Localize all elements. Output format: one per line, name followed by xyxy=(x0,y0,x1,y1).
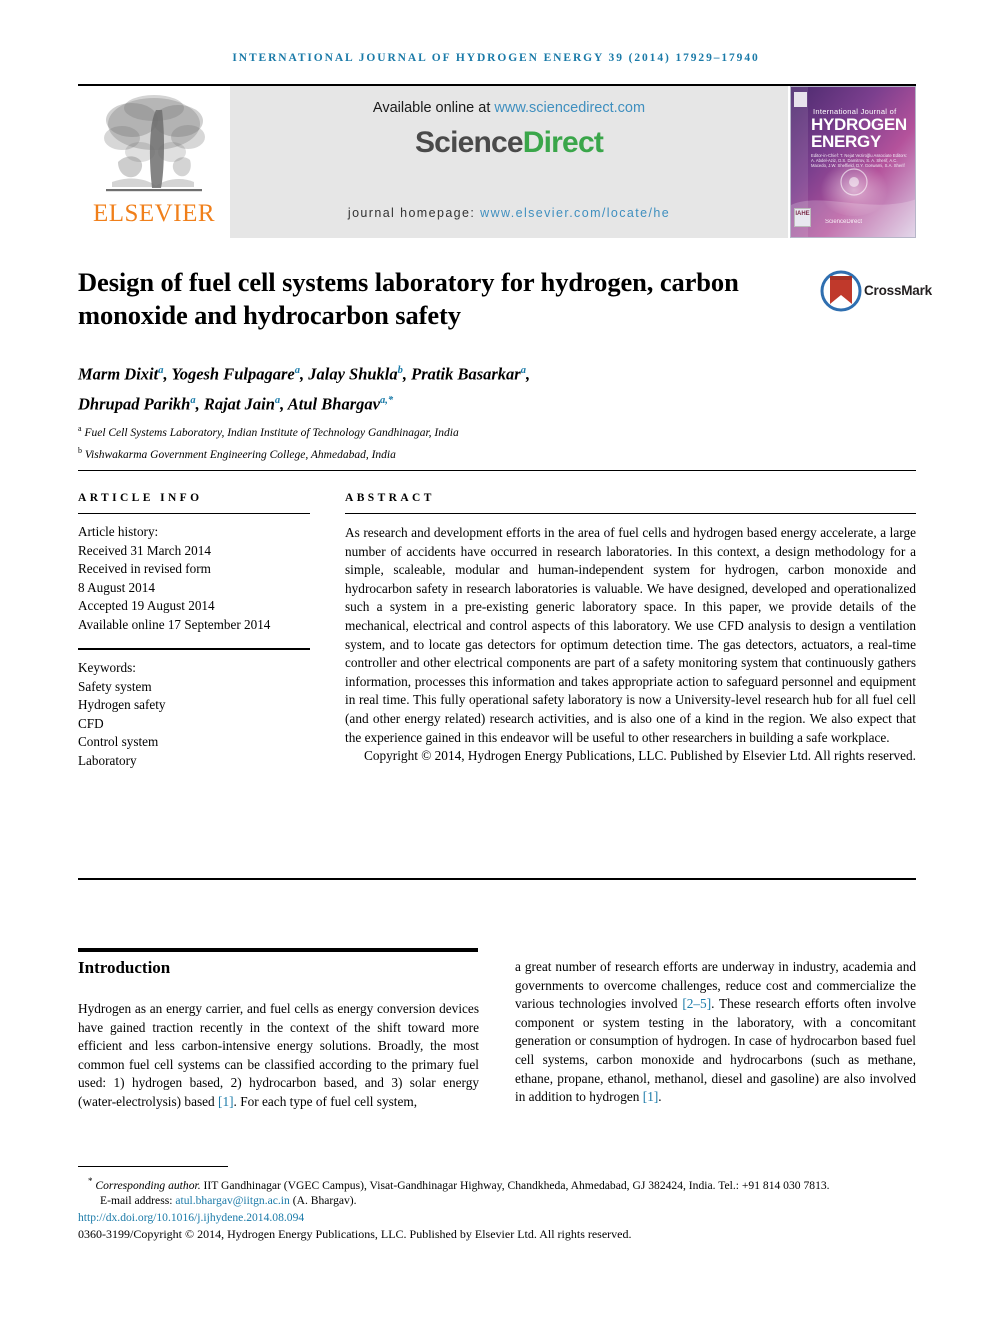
body-text: . xyxy=(658,1089,662,1105)
sciencedirect-logo-science: Science xyxy=(414,126,524,159)
article-info-column: Article info Article history: Received 3… xyxy=(78,492,310,770)
crossmark-badge[interactable]: CrossMark xyxy=(820,270,932,320)
email-label: E-mail address: xyxy=(100,1194,176,1208)
citation-link[interactable]: [1] xyxy=(643,1089,659,1104)
page-title: Design of fuel cell systems laboratory f… xyxy=(78,267,739,330)
affiliation-text: Vishwakarma Government Engineering Colle… xyxy=(84,448,396,461)
abstract-text: As research and development efforts in t… xyxy=(345,525,916,745)
author-name: Jalay Shukla xyxy=(308,364,398,384)
body-text: Hydrogen as an energy carrier, and fuel … xyxy=(78,1001,479,1109)
available-online-line: Available online at www.sciencedirect.co… xyxy=(373,100,645,116)
author-sep: , xyxy=(402,364,412,384)
article-history-label: Article history: xyxy=(78,524,159,539)
footnote-rule xyxy=(78,1166,228,1167)
section-heading-introduction: Introduction xyxy=(78,958,171,977)
abstract-rule xyxy=(345,513,916,514)
keywords-rule xyxy=(78,648,310,650)
author-sep: , xyxy=(195,394,204,413)
body-column-right: a great number of research efforts are u… xyxy=(515,958,916,1107)
elsevier-tree-icon xyxy=(104,95,205,192)
available-online-label: Available online at xyxy=(372,100,495,116)
sciencedirect-band: Available online at www.sciencedirect.co… xyxy=(230,86,788,238)
article-history-item: 8 August 2014 xyxy=(78,579,155,595)
cover-iahe-badge: IAHE xyxy=(794,208,811,227)
cover-sciencedirect-mark: ScienceDirect xyxy=(825,219,863,225)
corresponding-author-note: * Corresponding author. IIT Gandhinagar … xyxy=(78,1174,916,1193)
keywords-block: Keywords: Safety system Hydrogen safety … xyxy=(78,659,310,770)
corresponding-address: IIT Gandhinagar (VGEC Campus), Visat-Gan… xyxy=(200,1178,830,1192)
journal-cover-image: International Journal of HYDROGEN ENERGY… xyxy=(790,86,916,238)
abstract-column: Abstract As research and development eff… xyxy=(345,492,916,766)
keywords-label: Keywords: xyxy=(78,660,136,675)
author-list: Marm Dixita, Yogesh Fulpagarea, Jalay Sh… xyxy=(78,358,838,417)
journal-homepage-link[interactable]: www.elsevier.com/locate/he xyxy=(480,206,670,220)
body-text: . These research efforts often involve c… xyxy=(515,996,916,1105)
article-info-rule xyxy=(78,513,310,514)
author-line-2: Dhrupad Parikha, Rajat Jaina, Atul Bharg… xyxy=(78,388,838,418)
author-affil-mark: a, xyxy=(379,394,388,406)
doi-link[interactable]: http://dx.doi.org/10.1016/j.ijhydene.201… xyxy=(78,1210,916,1226)
introduction-rule xyxy=(78,948,478,952)
crossmark-icon xyxy=(820,270,862,312)
abstract-copyright: Copyright © 2014, Hydrogen Energy Public… xyxy=(363,748,916,764)
affiliation-mark: b xyxy=(78,445,82,455)
author-name: Yogesh Fulpagare xyxy=(171,364,295,384)
author-name: Pratik Basarkar xyxy=(411,364,521,384)
affiliation-list: a Fuel Cell Systems Laboratory, Indian I… xyxy=(78,420,838,464)
corresponding-label: Corresponding author. xyxy=(95,1178,201,1192)
keyword-item: Control system xyxy=(78,734,159,749)
cover-editors: Editor-in-Chief: T. Nejat Veziroğlu Asso… xyxy=(811,153,908,169)
author-sep: , xyxy=(300,364,309,384)
author-line-1: Marm Dixita, Yogesh Fulpagarea, Jalay Sh… xyxy=(78,358,838,388)
corresponding-star: * xyxy=(88,1176,93,1186)
issn-copyright-line: 0360-3199/Copyright © 2014, Hydrogen Ene… xyxy=(78,1227,632,1242)
affiliation-mark: a xyxy=(78,424,82,433)
crossmark-label: CrossMark xyxy=(864,283,932,298)
corresponding-author-mark: * xyxy=(387,394,394,406)
affiliation-text: Fuel Cell Systems Laboratory, Indian Ins… xyxy=(84,426,459,439)
article-history-item: Received in revised form xyxy=(78,561,211,576)
keyword-item: Hydrogen safety xyxy=(78,697,166,712)
keyword-item: Laboratory xyxy=(78,752,137,768)
cover-elsevier-mark xyxy=(794,92,807,107)
article-history: Article history: Received 31 March 2014 … xyxy=(78,523,310,634)
body-text: . For each type of fuel cell system, xyxy=(233,1093,418,1109)
author-sep: , xyxy=(280,394,288,413)
article-history-item: Available online 17 September 2014 xyxy=(78,616,271,632)
cover-line-energy: ENERGY xyxy=(811,132,881,151)
article-history-item: Accepted 19 August 2014 xyxy=(78,598,215,613)
journal-masthead: ELSEVIER Available online at www.science… xyxy=(78,84,916,238)
author-name: Atul Bhargav xyxy=(287,394,380,413)
keyword-item: CFD xyxy=(78,715,104,731)
header-separator-rule xyxy=(78,470,916,471)
email-suffix: (A. Bhargav). xyxy=(289,1194,357,1208)
running-head: International Journal of Hydrogen Energy… xyxy=(232,52,760,64)
sciencedirect-link[interactable]: www.sciencedirect.com xyxy=(494,100,645,116)
sciencedirect-logo-direct: Direct xyxy=(522,126,604,159)
journal-homepage-line: journal homepage: www.elsevier.com/locat… xyxy=(348,206,670,220)
email-note: E-mail address: atul.bhargav@iitgn.ac.in… xyxy=(78,1193,916,1209)
citation-link[interactable]: [2–5] xyxy=(682,996,711,1011)
article-history-item: Received 31 March 2014 xyxy=(78,542,211,558)
cover-line-hydrogen: HYDROGEN xyxy=(811,115,907,134)
abstract-heading: Abstract xyxy=(345,492,435,504)
citation-link[interactable]: [1] xyxy=(218,1094,234,1109)
journal-homepage-label: journal homepage: xyxy=(347,206,481,220)
elsevier-logo: ELSEVIER xyxy=(78,86,230,238)
article-info-heading: Article info xyxy=(78,492,203,504)
affiliation-item: b Vishwakarma Government Engineering Col… xyxy=(78,442,838,464)
elsevier-wordmark: ELSEVIER xyxy=(92,200,216,227)
author-name: Marm Dixit xyxy=(78,364,159,384)
author-sep: , xyxy=(525,364,531,384)
affiliation-item: a Fuel Cell Systems Laboratory, Indian I… xyxy=(78,420,838,442)
footnote-block: * Corresponding author. IIT Gandhinagar … xyxy=(78,1174,916,1243)
keyword-item: Safety system xyxy=(78,678,152,694)
sciencedirect-logo[interactable]: ScienceDirect xyxy=(414,126,604,160)
body-column-left: Hydrogen as an energy carrier, and fuel … xyxy=(78,1000,479,1112)
author-name: Dhrupad Parikh xyxy=(78,394,191,413)
author-name: Rajat Jain xyxy=(203,394,275,413)
body-top-rule xyxy=(78,878,916,880)
email-link[interactable]: atul.bhargav@iitgn.ac.in xyxy=(175,1194,289,1207)
journal-article-page: International Journal of Hydrogen Energy… xyxy=(0,0,992,1323)
